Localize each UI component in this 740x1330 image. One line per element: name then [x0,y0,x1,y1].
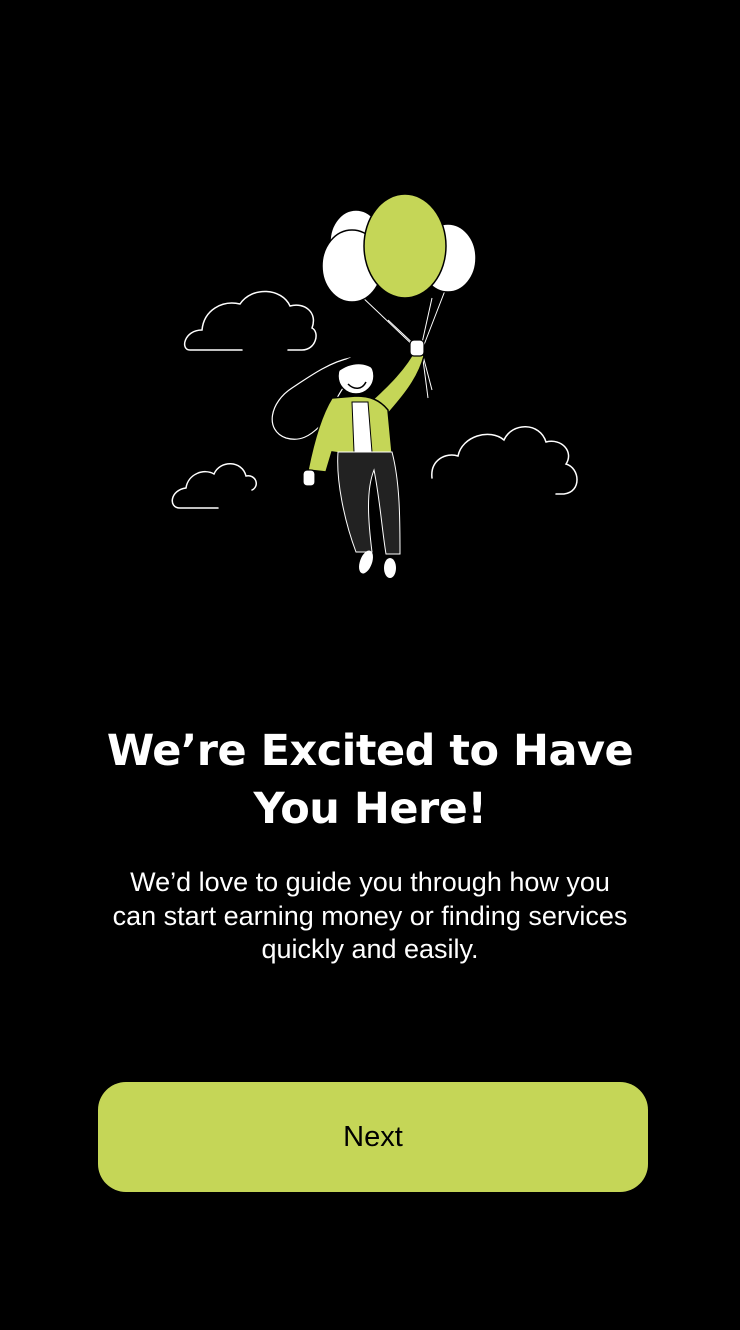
balloons [321,193,477,303]
cloud-left-bottom [171,463,257,509]
cloud-left-top [183,290,317,351]
onboarding-screen: We’re Excited to Have You Here! We’d lov… [0,0,740,1330]
next-button[interactable]: Next [98,1082,648,1192]
pants [337,451,401,555]
balloon-girl-illustration-icon [160,190,590,590]
page-title: We’re Excited to Have You Here! [106,726,634,834]
cloud-right [431,426,578,495]
page-subtitle: We’d love to guide you through how you c… [112,867,628,964]
